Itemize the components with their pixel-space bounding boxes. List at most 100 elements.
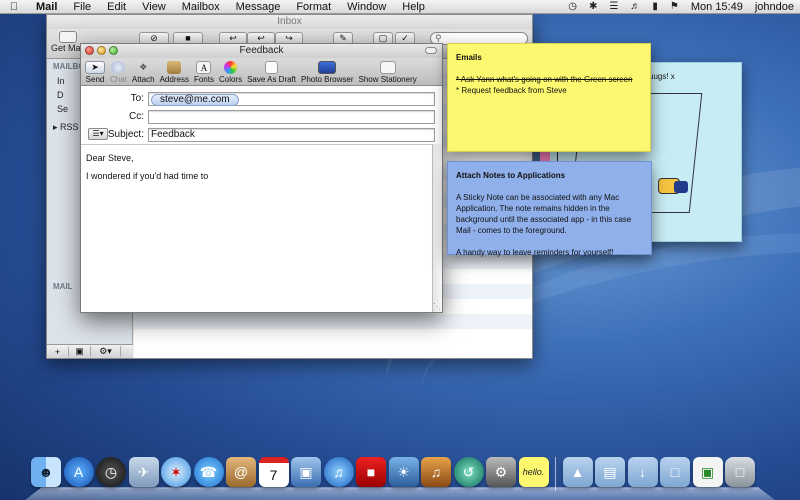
message-body[interactable]: Dear Steve, I wondered if you'd had time… [81, 144, 433, 312]
address-book-dock-icon[interactable]: @ [226, 457, 256, 487]
finder-icon[interactable]: ☻ [31, 457, 61, 487]
dashboard-icon[interactable]: ◷ [96, 457, 126, 487]
mail-icon[interactable]: ✈ [128, 457, 159, 487]
menu-window[interactable]: Window [339, 0, 394, 14]
fonts-label: Fonts [193, 75, 214, 84]
applications-folder-icon[interactable]: ▲ [562, 457, 593, 487]
compose-window: Feedback ➤ Send Chat ❖ Attach Address A … [80, 43, 443, 313]
get-mail-icon[interactable] [59, 31, 77, 43]
window-controls [85, 46, 118, 55]
compose-toolbar: ➤ Send Chat ❖ Attach Address A Fonts Col… [81, 58, 442, 86]
apple-menu-icon[interactable]:  [0, 1, 28, 13]
iphoto-icon[interactable]: ☀ [388, 457, 419, 487]
recipient-token[interactable]: steve@me.com [151, 93, 239, 106]
save-as-draft-button[interactable]: Save As Draft [247, 61, 296, 85]
downloads-folder-icon[interactable]: ↓ [627, 457, 658, 487]
emails-note-item: * Request feedback from Steve [456, 86, 567, 95]
address-book-icon [167, 61, 182, 74]
volume-icon[interactable]: ♬ [624, 1, 646, 12]
sidebar-bottom-bar: + ▣ ⚙▾ [47, 344, 133, 358]
subject-field[interactable]: Feedback [148, 127, 435, 142]
emails-note-item-done: * Ask Yann what's going on with the Gree… [456, 75, 633, 84]
body-scrollbar[interactable] [432, 144, 442, 312]
photo-browser-icon [318, 61, 337, 74]
menu-file[interactable]: File [65, 0, 99, 14]
add-mailbox-button[interactable]: + [47, 346, 69, 357]
header-options-menu[interactable]: ☰▾ [88, 128, 108, 140]
documents-folder-icon[interactable]: ▤ [595, 457, 625, 487]
save-as-draft-label: Save As Draft [247, 75, 297, 84]
ical-icon[interactable]: 7 [258, 457, 289, 487]
dock-separator [555, 457, 556, 491]
chat-button[interactable]: Chat [110, 61, 127, 85]
photo-booth-icon[interactable]: ■ [356, 457, 386, 487]
body-line-text: I wondered if you'd had time to [86, 171, 209, 181]
fonts-icon: A [196, 61, 212, 74]
ichat-icon[interactable]: ☎ [193, 457, 224, 487]
close-button[interactable] [85, 46, 94, 55]
show-stationery-label: Show Stationery [358, 75, 417, 84]
menubar-clock[interactable]: Mon 15:49 [685, 1, 749, 13]
time-machine-dock-icon[interactable]: ↺ [453, 457, 484, 487]
show-activity-button[interactable]: ▣ [69, 346, 91, 357]
menu-mail[interactable]: Mail [28, 0, 65, 14]
safari-icon[interactable]: ✶ [161, 457, 191, 487]
send-button[interactable]: ➤ Send [85, 61, 105, 85]
to-label: To: [130, 93, 144, 104]
flag-icon[interactable]: ⚑ [664, 1, 685, 12]
menu-format[interactable]: Format [288, 0, 339, 14]
mail-activity-header: MAIL [53, 282, 73, 291]
app-store-icon[interactable]: A [63, 457, 94, 487]
draft-icon [265, 61, 279, 74]
hello-sticky-icon[interactable]: hello. [518, 457, 549, 487]
stationery-icon [379, 61, 396, 74]
menu-help[interactable]: Help [394, 0, 433, 14]
time-machine-icon[interactable]: ◷ [562, 1, 583, 12]
zoom-button[interactable] [109, 46, 118, 55]
menu-edit[interactable]: Edit [99, 0, 134, 14]
rss-label: RSS [60, 122, 79, 132]
action-menu-button[interactable]: ⚙▾ [91, 346, 121, 357]
minimize-button[interactable] [97, 46, 106, 55]
to-field[interactable]: steve@me.com [148, 91, 435, 106]
photo-browser-button[interactable]: Photo Browser [301, 61, 353, 85]
toolbar-toggle-button[interactable] [425, 47, 437, 54]
body-line-greeting: Dear Steve, [86, 153, 134, 163]
address-button[interactable]: Address [160, 61, 189, 85]
fonts-button[interactable]: A Fonts [194, 61, 214, 85]
menu-mailbox[interactable]: Mailbox [174, 0, 228, 14]
figure-shoe-sketch [674, 181, 688, 193]
search-icon: ⚲ [435, 33, 442, 43]
subject-row: ☰▾ Subject: Feedback [81, 126, 444, 143]
show-stationery-button[interactable]: Show Stationery [358, 61, 417, 85]
send-label: Send [85, 75, 105, 84]
to-row: To: steve@me.com [81, 90, 444, 107]
menu-view[interactable]: View [134, 0, 174, 14]
pdf-stack-icon[interactable]: ▣ [692, 457, 723, 487]
garageband-icon[interactable]: ♫ [421, 457, 451, 487]
menubar-user[interactable]: johndoe [749, 1, 800, 13]
wifi-icon[interactable]: ☰ [603, 1, 624, 12]
emails-note-title: Emails [456, 53, 482, 62]
attach-button[interactable]: ❖ Attach [132, 61, 155, 85]
sticky-note-emails[interactable]: Emails * Ask Yann what's going on with t… [447, 43, 651, 152]
bluetooth-icon[interactable]: ✱ [583, 1, 603, 12]
sticky-note-attach[interactable]: Attach Notes to Applications A Sticky No… [447, 161, 652, 257]
cc-label: Cc: [129, 111, 144, 122]
menu-message[interactable]: Message [228, 0, 289, 14]
paperclip-icon: ❖ [139, 62, 148, 72]
photo-browser-label: Photo Browser [301, 75, 354, 84]
chat-icon [111, 61, 126, 74]
trash-icon[interactable]: □ [725, 457, 755, 487]
attach-note-paragraph: A Sticky Note can be associated with any… [456, 193, 632, 235]
battery-icon[interactable]: ▮ [646, 1, 664, 12]
address-label: Address [159, 75, 189, 84]
mail-window-title: Inbox [47, 15, 532, 29]
folder-icon[interactable]: □ [660, 457, 690, 487]
colors-button[interactable]: Colors [219, 61, 242, 85]
cc-field[interactable] [148, 109, 435, 124]
system-preferences-icon[interactable]: ⚙ [486, 457, 516, 487]
preview-icon[interactable]: ▣ [291, 457, 321, 487]
itunes-icon[interactable]: ♫ [323, 457, 354, 487]
resize-grip-icon[interactable]: ⋱ [433, 302, 441, 311]
